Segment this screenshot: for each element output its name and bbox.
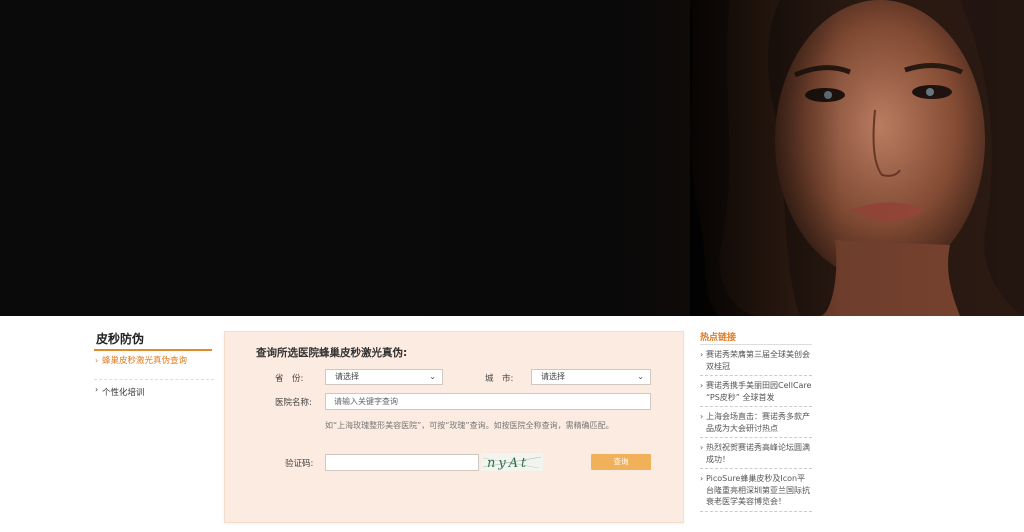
hot-link-text: 热烈祝贺赛诺秀高峰论坛圆满成功！ bbox=[706, 443, 810, 464]
hospital-search-input[interactable]: 请输入关键字查询 bbox=[325, 393, 651, 410]
hot-links-divider bbox=[700, 344, 812, 345]
bullet-icon: › bbox=[700, 443, 704, 452]
hot-link-text: 赛诺秀携手美丽田园CellCare “PS皮秒” 全球首发 bbox=[706, 381, 812, 402]
city-select-value: 请选择 bbox=[541, 372, 565, 381]
bullet-icon: › bbox=[700, 474, 704, 483]
city-select[interactable]: 请选择 ⌄ bbox=[531, 369, 651, 385]
search-hint: 如“上海玫瑰整形美容医院”，可按“玫瑰”查询。如按医院全称查询，需精确匹配。 bbox=[325, 421, 614, 430]
bullet-icon: › bbox=[95, 356, 99, 365]
hot-link-item[interactable]: › 赛诺秀荣膺第三届全球美创会双桂冠 bbox=[700, 349, 812, 376]
province-select[interactable]: 请选择 ⌄ bbox=[325, 369, 443, 385]
captcha-input[interactable] bbox=[325, 454, 479, 471]
hot-link-item[interactable]: › 热烈祝贺赛诺秀高峰论坛圆满成功！ bbox=[700, 442, 812, 469]
hot-link-item[interactable]: › PicoSure蜂巢皮秒及Icon平台隆重亮相深圳第亚兰国际抗衰老医学美容博… bbox=[700, 473, 812, 512]
hospital-label: 医院名称: bbox=[275, 398, 312, 408]
bullet-icon: › bbox=[95, 385, 99, 394]
query-panel: 查询所选医院蜂巢皮秒激光真伪: 省 份: 请选择 ⌄ 城 市: 请选择 ⌄ 医院… bbox=[224, 331, 684, 523]
hero-banner bbox=[0, 0, 1024, 316]
captcha-image[interactable]: nyAt bbox=[481, 453, 543, 471]
hot-link-text: PicoSure蜂巢皮秒及Icon平台隆重亮相深圳第亚兰国际抗衰老医学美容博览会… bbox=[706, 474, 810, 506]
city-label: 城 市: bbox=[485, 374, 514, 384]
hot-link-item[interactable]: › 赛诺秀携手美丽田园CellCare “PS皮秒” 全球首发 bbox=[700, 380, 812, 407]
sidebar-item-verify[interactable]: › 蜂巢皮秒激光真伪查询 bbox=[94, 351, 214, 373]
sidebar-item-label: 蜂巢皮秒激光真伪查询 bbox=[102, 356, 188, 366]
query-panel-title: 查询所选医院蜂巢皮秒激光真伪: bbox=[256, 347, 408, 359]
hot-link-text: 上海会场直击：赛诺秀多款产品成为大会研讨热点 bbox=[706, 412, 810, 433]
province-select-value: 请选择 bbox=[335, 372, 359, 381]
banner-portrait-image bbox=[690, 0, 1024, 316]
hot-link-text: 赛诺秀荣膺第三届全球美创会双桂冠 bbox=[706, 350, 810, 371]
bullet-icon: › bbox=[700, 381, 704, 390]
hot-link-item[interactable]: › 上海会场直击：赛诺秀多款产品成为大会研讨热点 bbox=[700, 411, 812, 438]
sidebar: 皮秒防伪 › 蜂巢皮秒激光真伪查询 › 个性化培训 bbox=[94, 330, 214, 405]
bullet-icon: › bbox=[700, 350, 704, 359]
captcha-text: nyAt bbox=[487, 456, 529, 471]
query-button[interactable]: 查询 bbox=[591, 454, 651, 470]
chevron-down-icon: ⌄ bbox=[637, 372, 644, 381]
hot-links: 热点链接 › 赛诺秀荣膺第三届全球美创会双桂冠 › 赛诺秀携手美丽田园CellC… bbox=[700, 330, 812, 516]
bullet-icon: › bbox=[700, 412, 704, 421]
sidebar-item-label: 个性化培训 bbox=[102, 388, 145, 398]
sidebar-title: 皮秒防伪 bbox=[96, 332, 145, 346]
captcha-label: 验证码: bbox=[285, 459, 314, 469]
chevron-down-icon: ⌄ bbox=[429, 372, 436, 381]
sidebar-item-training[interactable]: › 个性化培训 bbox=[94, 379, 214, 405]
hot-links-title: 热点链接 bbox=[700, 333, 737, 343]
province-label: 省 份: bbox=[275, 374, 304, 384]
